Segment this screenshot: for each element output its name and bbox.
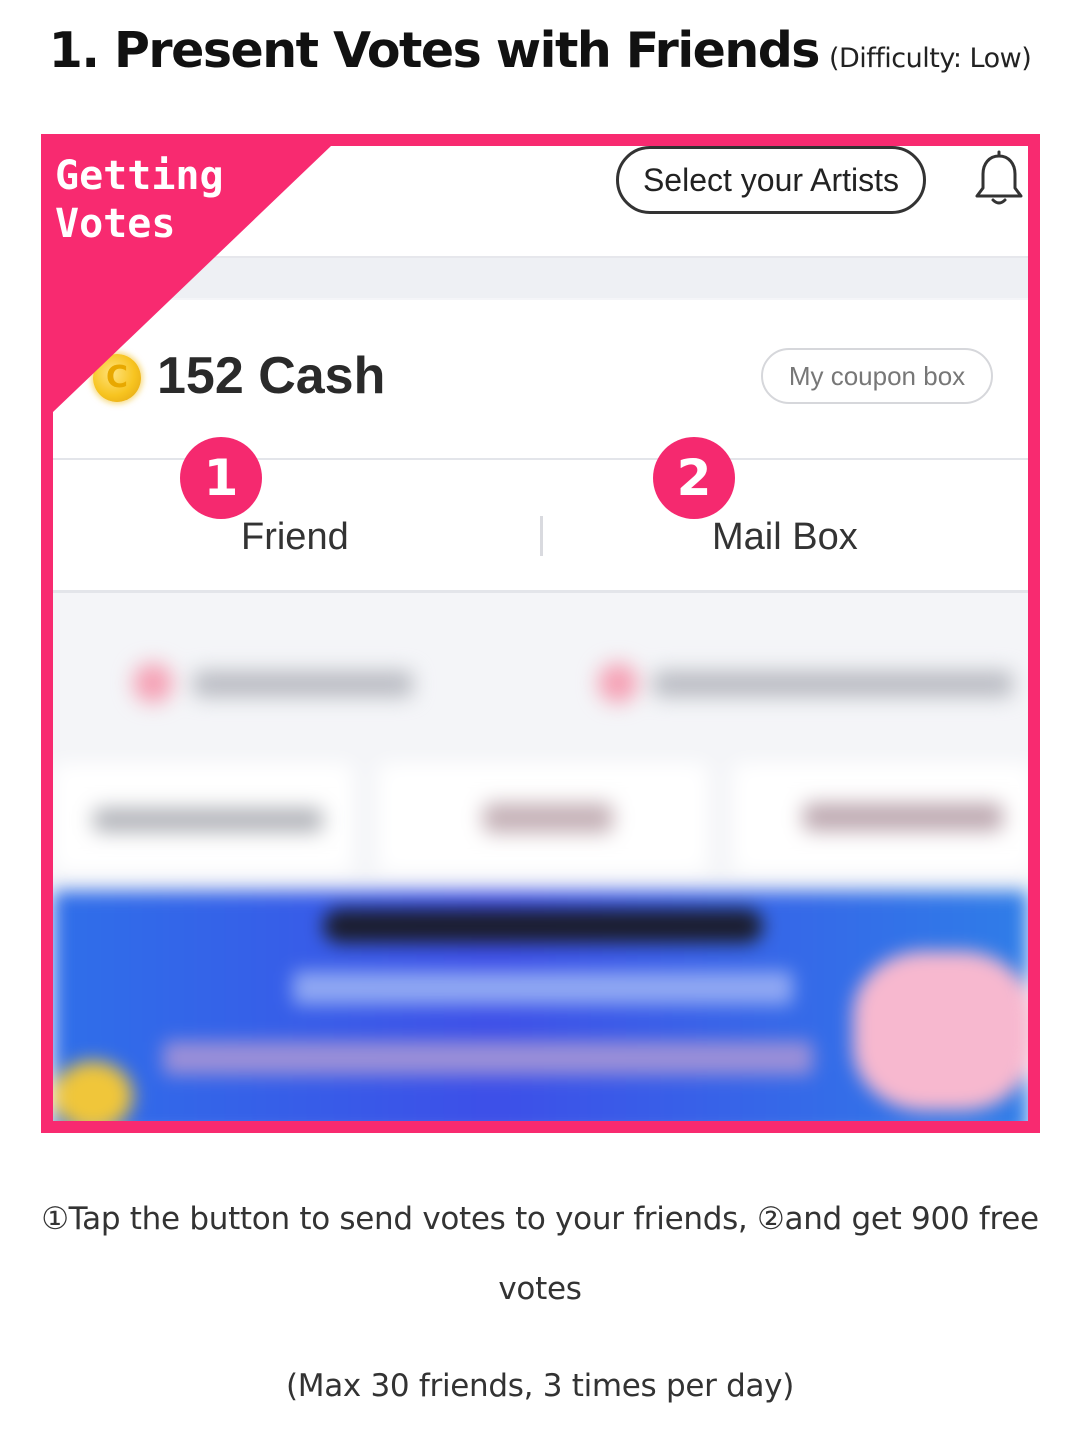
limit-caption: (Max 30 friends, 3 times per day) (285, 1368, 795, 1404)
instruction-caption: ①Tap the button to send votes to your fr… (41, 1201, 1039, 1307)
step-2-badge: 2 (653, 437, 735, 519)
page-title: 1. Present Votes with Friends (48, 22, 821, 79)
ribbon-label: Getting Votes (55, 153, 224, 247)
getting-votes-ribbon: Getting Votes (53, 146, 353, 446)
select-artists-button[interactable]: Select your Artists (616, 146, 926, 214)
friend-tab[interactable]: Friend (241, 516, 349, 559)
screenshot-frame: Select your Artists C 152 Cash My coupon… (41, 134, 1040, 1133)
page-heading: 1. Present Votes with Friends (Difficulty… (0, 22, 1080, 79)
difficulty-label: (Difficulty: Low) (828, 43, 1032, 74)
mail-box-tab[interactable]: Mail Box (712, 516, 858, 559)
promo-banner (53, 891, 1028, 1121)
coupon-box-button[interactable]: My coupon box (761, 348, 993, 404)
step-1-badge: 1 (180, 437, 262, 519)
tab-divider (540, 516, 543, 556)
bell-icon[interactable] (971, 150, 1027, 210)
app-screen: Select your Artists C 152 Cash My coupon… (53, 146, 1028, 1121)
